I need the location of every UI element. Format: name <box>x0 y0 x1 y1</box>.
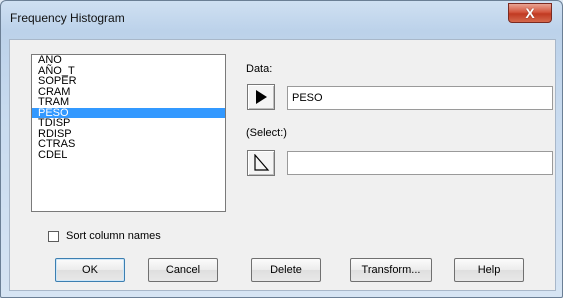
outline-arrow-icon <box>254 154 270 171</box>
window-title: Frequency Histogram <box>10 11 125 25</box>
select-input[interactable] <box>287 151 553 175</box>
title-bar[interactable]: Frequency Histogram X <box>1 1 563 39</box>
column-list-item[interactable]: CDEL <box>32 149 225 161</box>
select-label: (Select:) <box>246 127 287 139</box>
column-list[interactable]: AÑO AÑO_T SOPER CRAM TRAM PESO TDISP RDISP CTRAS… <box>31 54 226 212</box>
select-arrow-button[interactable] <box>247 150 275 176</box>
sort-label: Sort column names <box>66 230 161 242</box>
dialog-window: Frequency Histogram X AÑO AÑO_T SOPER CRAM T… <box>0 0 563 298</box>
data-input[interactable] <box>287 86 553 110</box>
data-label: Data: <box>246 63 273 75</box>
transform-button[interactable]: Transform... <box>350 258 432 282</box>
sort-checkbox[interactable] <box>48 230 59 242</box>
play-arrow-icon <box>256 90 267 104</box>
cancel-button[interactable]: Cancel <box>148 258 218 282</box>
help-button[interactable]: Help <box>454 258 524 282</box>
ok-button[interactable]: OK <box>55 258 125 282</box>
delete-button[interactable]: Delete <box>251 258 321 282</box>
close-icon: X <box>525 5 535 21</box>
close-button[interactable]: X <box>508 3 552 23</box>
sort-option[interactable]: Sort column names <box>48 229 161 243</box>
dialog-client-area: AÑO AÑO_T SOPER CRAM TRAM PESO TDISP RDISP CTRAS… <box>9 39 556 291</box>
data-arrow-button[interactable] <box>247 84 275 110</box>
